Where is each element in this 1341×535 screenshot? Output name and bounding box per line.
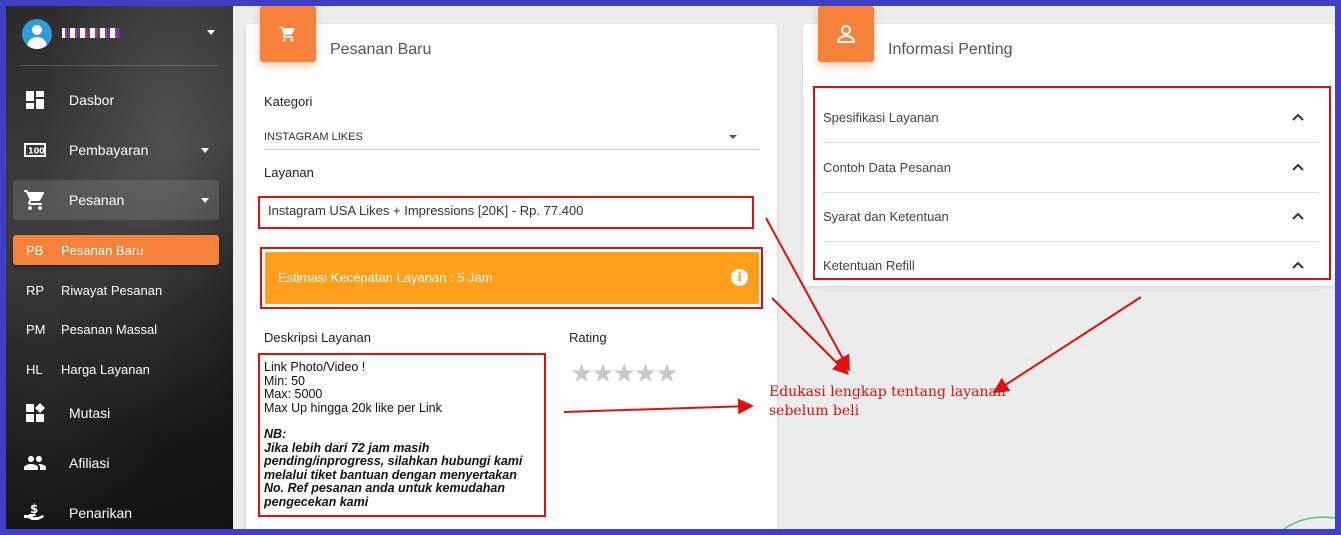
description-line: Min: 50 xyxy=(264,373,305,388)
sidebar-item-dasbor[interactable]: Dasbor xyxy=(13,80,219,120)
cart-icon xyxy=(23,188,47,212)
chevron-up-icon xyxy=(1292,261,1304,269)
sidebar-subitem-abbr: PB xyxy=(26,242,44,258)
service-label: Layanan xyxy=(264,165,314,180)
mutation-icon xyxy=(23,401,47,425)
sidebar-subitem-label: Pesanan Massal xyxy=(61,321,158,337)
card-title: Informasi Penting xyxy=(888,41,1013,58)
chevron-up-icon xyxy=(1292,163,1304,171)
app-frame: Dasbor 100 Pembayaran Pesanan PB Pesanan… xyxy=(6,6,1335,529)
category-select-value: INSTAGRAM LIKES xyxy=(264,131,363,143)
sidebar: Dasbor 100 Pembayaran Pesanan PB Pesanan… xyxy=(6,6,233,529)
annotation-text: Edukasi lengkap tentang layanan sebelum … xyxy=(769,383,1006,421)
username xyxy=(62,26,120,41)
affiliate-icon xyxy=(23,451,47,475)
sidebar-item-label: Dasbor xyxy=(69,92,115,108)
sidebar-item-penarikan[interactable]: $ Penarikan xyxy=(13,493,219,529)
rating-label: Rating xyxy=(569,330,607,345)
sidebar-subitem-abbr: RP xyxy=(26,282,45,298)
accordion-label: Contoh Data Pesanan xyxy=(823,160,951,175)
annotation-line: Edukasi lengkap tentang layanan xyxy=(769,384,1006,400)
service-description: Link Photo/Video ! Min: 50 Max: 5000 Max… xyxy=(264,360,523,509)
svg-text:100: 100 xyxy=(28,147,45,156)
sidebar-subitem-label: Riwayat Pesanan xyxy=(61,282,163,298)
speed-estimate-bar: Estimasi Kecepatan Layanan : 5 Jam i xyxy=(265,252,759,304)
caret-down-icon xyxy=(201,198,209,203)
accordion-syarat[interactable]: Syarat dan Ketentuan xyxy=(823,192,1319,242)
speed-estimate-text: Estimasi Kecepatan Layanan : 5 Jam xyxy=(278,270,493,285)
caret-down-icon xyxy=(201,148,209,153)
chevron-up-icon xyxy=(1292,113,1304,121)
sidebar-item-pembayaran[interactable]: 100 Pembayaran xyxy=(13,130,219,170)
description-note: NB: xyxy=(264,427,287,441)
payment-icon: 100 xyxy=(23,138,47,162)
withdraw-icon: $ xyxy=(23,501,47,525)
sidebar-item-label: Afiliasi xyxy=(69,455,110,471)
service-select[interactable]: Instagram USA Likes + Impressions [20K] … xyxy=(268,203,583,218)
description-label: Deskripsi Layanan xyxy=(264,330,371,345)
sidebar-subitem-label: Harga Layanan xyxy=(61,361,150,377)
description-line: Max: 5000 xyxy=(264,387,323,401)
sidebar-item-pesanan[interactable]: Pesanan xyxy=(13,180,219,220)
accordion-refill[interactable]: Ketentuan Refill xyxy=(823,241,1319,291)
sidebar-subitem-abbr: PM xyxy=(26,321,46,337)
description-note: pengecekan kami xyxy=(264,494,369,509)
description-note: No. Ref pesanan anda untuk kemudahan xyxy=(264,481,506,495)
person-icon xyxy=(818,6,874,62)
card-title: Pesanan Baru xyxy=(330,41,432,58)
accordion-contoh-data[interactable]: Contoh Data Pesanan xyxy=(823,143,1319,193)
sidebar-subitem-riwayat-pesanan[interactable]: RP Riwayat Pesanan xyxy=(13,275,219,305)
caret-down-icon xyxy=(207,30,215,35)
accordion-label: Syarat dan Ketentuan xyxy=(823,209,949,224)
sidebar-item-label: Pembayaran xyxy=(69,142,149,158)
sidebar-subitem-abbr: HL xyxy=(26,361,43,377)
accordion-spesifikasi[interactable]: Spesifikasi Layanan xyxy=(823,93,1319,143)
svg-text:$: $ xyxy=(30,502,38,516)
sidebar-subitem-harga-layanan[interactable]: HL Harga Layanan xyxy=(13,354,219,384)
category-label: Kategori xyxy=(264,94,313,109)
sidebar-subitem-pesanan-baru[interactable]: PB Pesanan Baru xyxy=(13,235,219,265)
description-note: melalui tiket bantuan dengan menyertakan xyxy=(264,467,517,482)
annotation-line: sebelum beli xyxy=(769,403,860,419)
sidebar-subitem-label: Pesanan Baru xyxy=(61,242,144,258)
user-menu[interactable] xyxy=(20,6,219,66)
description-note: pending/inprogress, silahkan hubungi kam… xyxy=(264,454,523,468)
avatar xyxy=(22,19,52,49)
sidebar-item-label: Penarikan xyxy=(69,505,133,521)
caret-down-icon xyxy=(729,135,737,139)
sidebar-subitem-pesanan-massal[interactable]: PM Pesanan Massal xyxy=(13,314,219,344)
accordion-label: Spesifikasi Layanan xyxy=(823,110,939,125)
rating-stars: ★★★★★ xyxy=(570,358,679,388)
category-select[interactable]: INSTAGRAM LIKES xyxy=(264,131,759,150)
description-line: Max Up hingga 20k like per Link xyxy=(264,400,442,415)
accordion-label: Ketentuan Refill xyxy=(823,258,915,273)
dashboard-icon xyxy=(23,88,47,112)
info-icon[interactable]: i xyxy=(731,269,748,286)
info-card: Informasi Penting Spesifikasi Layanan Co… xyxy=(803,6,1335,291)
description-note: Jika lebih dari 72 jam masih xyxy=(264,440,430,455)
sidebar-item-mutasi[interactable]: Mutasi xyxy=(13,393,219,433)
sidebar-item-afiliasi[interactable]: Afiliasi xyxy=(13,443,219,483)
redacted-username xyxy=(62,28,120,38)
description-line: Link Photo/Video ! xyxy=(264,360,366,374)
cart-icon xyxy=(260,6,316,62)
sidebar-item-label: Pesanan xyxy=(69,192,125,208)
chevron-up-icon xyxy=(1292,212,1304,220)
order-card: Pesanan Baru Kategori INSTAGRAM LIKES La… xyxy=(246,6,777,529)
sidebar-item-label: Mutasi xyxy=(69,405,111,421)
